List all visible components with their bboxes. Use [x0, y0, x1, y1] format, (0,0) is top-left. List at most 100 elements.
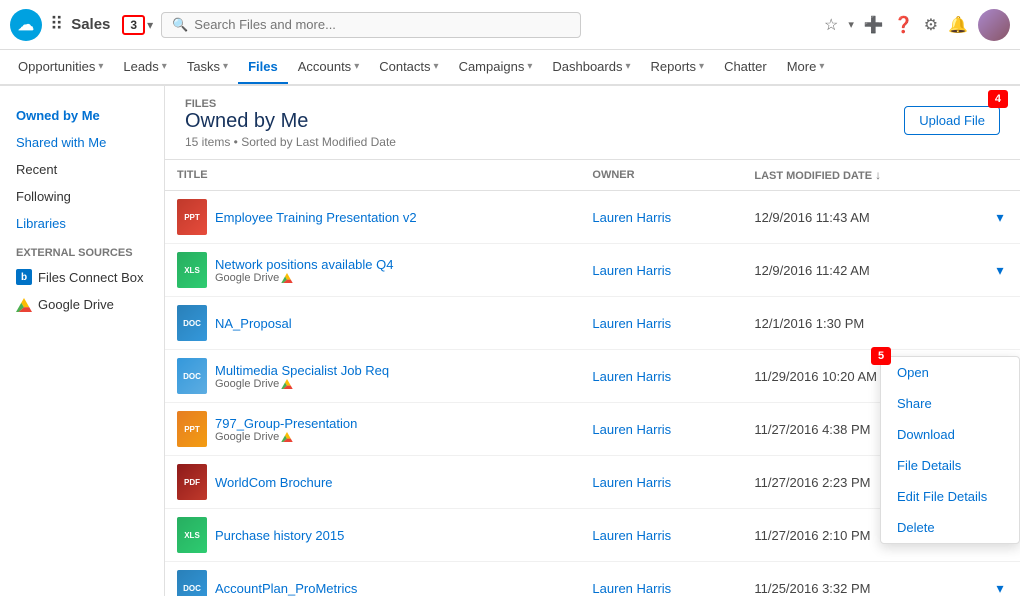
- sidebar-google-drive[interactable]: Google Drive: [0, 291, 164, 318]
- nav-bar: Opportunities ▾ Leads ▾ Tasks ▾ Files Ac…: [0, 50, 1020, 86]
- sidebar-libraries[interactable]: Libraries: [0, 210, 164, 237]
- context-menu-delete[interactable]: Delete: [881, 512, 1019, 543]
- file-type-icon: DOC: [177, 305, 207, 341]
- sidebar-item-owned-by-me[interactable]: Owned by Me: [0, 102, 164, 129]
- file-owner[interactable]: Lauren Harris: [592, 581, 671, 596]
- file-cell: DOC Multimedia Specialist Job Req Google…: [177, 358, 568, 394]
- file-cell: PPT 797_Group-Presentation Google Drive: [177, 411, 568, 447]
- table-row: DOC NA_Proposal Lauren Harris 12/1/2016 …: [165, 297, 1020, 350]
- file-title-cell: PDF WorldCom Brochure: [165, 456, 580, 509]
- file-owner-cell: Lauren Harris: [580, 456, 742, 509]
- nav-campaigns[interactable]: Campaigns ▾: [449, 51, 543, 85]
- content-area: FILES Owned by Me 15 items • Sorted by L…: [165, 86, 1020, 596]
- file-type-icon: PPT: [177, 411, 207, 447]
- external-sources-label: EXTERNAL SOURCES: [0, 237, 164, 263]
- file-owner[interactable]: Lauren Harris: [592, 369, 671, 384]
- table-header-row: TITLE OWNER LAST MODIFIED DATE ↓: [165, 160, 1020, 191]
- table-row: XLS Network positions available Q4 Googl…: [165, 244, 1020, 297]
- row-dropdown[interactable]: ▾: [980, 244, 1020, 297]
- nav-opportunities[interactable]: Opportunities ▾: [8, 51, 113, 85]
- file-owner[interactable]: Lauren Harris: [592, 210, 671, 225]
- sidebar-item-following[interactable]: Following: [0, 183, 164, 210]
- app-launcher[interactable]: ⠿: [50, 14, 63, 35]
- nav-contacts[interactable]: Contacts ▾: [369, 51, 448, 85]
- file-date-cell: 12/9/2016 11:43 AM: [742, 191, 980, 244]
- file-owner[interactable]: Lauren Harris: [592, 316, 671, 331]
- file-owner[interactable]: Lauren Harris: [592, 422, 671, 437]
- settings-icon[interactable]: ⚙: [924, 15, 938, 35]
- chevron-down-icon[interactable]: ▾: [996, 580, 1003, 596]
- file-type-icon: PDF: [177, 464, 207, 500]
- sidebar-item-shared-with-me[interactable]: Shared with Me: [0, 129, 164, 156]
- chevron-down-icon[interactable]: ▾: [996, 209, 1003, 225]
- nav-chatter[interactable]: Chatter: [714, 51, 777, 85]
- file-name[interactable]: AccountPlan_ProMetrics: [215, 581, 357, 596]
- file-owner-cell: Lauren Harris: [580, 509, 742, 562]
- salesforce-logo[interactable]: ☁: [10, 9, 42, 41]
- context-menu-share[interactable]: Share: [881, 388, 1019, 419]
- file-name[interactable]: 797_Group-Presentation: [215, 416, 357, 431]
- upload-file-button[interactable]: Upload File: [904, 106, 1000, 135]
- sidebar-item-recent[interactable]: Recent: [0, 156, 164, 183]
- context-menu-edit-file-details[interactable]: Edit File Details: [881, 481, 1019, 512]
- file-owner[interactable]: Lauren Harris: [592, 263, 671, 278]
- file-title-cell: PPT Employee Training Presentation v2: [165, 191, 580, 244]
- page-title: Owned by Me: [185, 110, 396, 133]
- context-menu: 5 Open Share Download File Details Edit …: [880, 356, 1020, 544]
- badge3-chevron[interactable]: ▾: [147, 18, 153, 32]
- user-avatar[interactable]: [978, 9, 1010, 41]
- chevron-down-icon: ▾: [434, 61, 439, 72]
- context-menu-file-details[interactable]: File Details: [881, 450, 1019, 481]
- file-name[interactable]: Employee Training Presentation v2: [215, 210, 417, 225]
- file-owner[interactable]: Lauren Harris: [592, 528, 671, 543]
- file-name[interactable]: NA_Proposal: [215, 316, 292, 331]
- file-owner[interactable]: Lauren Harris: [592, 475, 671, 490]
- nav-reports[interactable]: Reports ▾: [641, 51, 715, 85]
- nav-more[interactable]: More ▾: [777, 51, 835, 85]
- file-owner-cell: Lauren Harris: [580, 297, 742, 350]
- row-no-dropdown: [980, 297, 1020, 350]
- file-owner-cell: Lauren Harris: [580, 350, 742, 403]
- file-type-icon: XLS: [177, 252, 207, 288]
- nav-dashboards[interactable]: Dashboards ▾: [542, 51, 640, 85]
- nav-tasks[interactable]: Tasks ▾: [177, 51, 238, 85]
- file-title-cell: DOC NA_Proposal: [165, 297, 580, 350]
- star-dropdown-icon[interactable]: ▾: [848, 18, 854, 31]
- file-name[interactable]: Purchase history 2015: [215, 528, 344, 543]
- file-name[interactable]: Multimedia Specialist Job Req: [215, 363, 389, 378]
- chevron-down-icon: ▾: [162, 61, 167, 72]
- context-menu-download[interactable]: Download: [881, 419, 1019, 450]
- star-icon[interactable]: ☆: [824, 15, 838, 35]
- badge-3-container: 3 ▾: [122, 15, 153, 35]
- chevron-down-icon: ▾: [699, 61, 704, 72]
- file-title-group: Network positions available Q4 Google Dr…: [215, 257, 393, 284]
- search-bar[interactable]: 🔍: [161, 12, 581, 38]
- file-cell: DOC NA_Proposal: [177, 305, 568, 341]
- search-icon: 🔍: [172, 17, 188, 33]
- content-header: FILES Owned by Me 15 items • Sorted by L…: [165, 86, 1020, 160]
- sidebar-files-connect-box[interactable]: b Files Connect Box: [0, 263, 164, 291]
- file-title-cell: PPT 797_Group-Presentation Google Drive: [165, 403, 580, 456]
- col-date[interactable]: LAST MODIFIED DATE ↓: [742, 160, 980, 191]
- badge-4: 4: [988, 90, 1008, 108]
- bell-icon[interactable]: 🔔: [948, 15, 968, 35]
- help-icon[interactable]: ❓: [894, 15, 914, 35]
- nav-files[interactable]: Files: [238, 51, 288, 85]
- row-dropdown[interactable]: ▾: [980, 191, 1020, 244]
- table-row: DOC AccountPlan_ProMetrics Lauren Harris…: [165, 562, 1020, 596]
- chevron-down-icon[interactable]: ▾: [996, 262, 1003, 278]
- file-title-group: Purchase history 2015: [215, 528, 344, 543]
- file-type-icon: DOC: [177, 570, 207, 596]
- file-title-cell: DOC AccountPlan_ProMetrics: [165, 562, 580, 596]
- file-name[interactable]: Network positions available Q4: [215, 257, 393, 272]
- context-menu-open[interactable]: Open: [881, 357, 1019, 388]
- file-title-cell: XLS Purchase history 2015: [165, 509, 580, 562]
- file-name[interactable]: WorldCom Brochure: [215, 475, 333, 490]
- file-title-cell: XLS Network positions available Q4 Googl…: [165, 244, 580, 297]
- file-title-group: NA_Proposal: [215, 316, 292, 331]
- search-input[interactable]: [194, 17, 570, 32]
- row-dropdown[interactable]: ▾: [980, 562, 1020, 596]
- nav-accounts[interactable]: Accounts ▾: [288, 51, 370, 85]
- add-icon[interactable]: ➕: [864, 15, 884, 35]
- nav-leads[interactable]: Leads ▾: [113, 51, 176, 85]
